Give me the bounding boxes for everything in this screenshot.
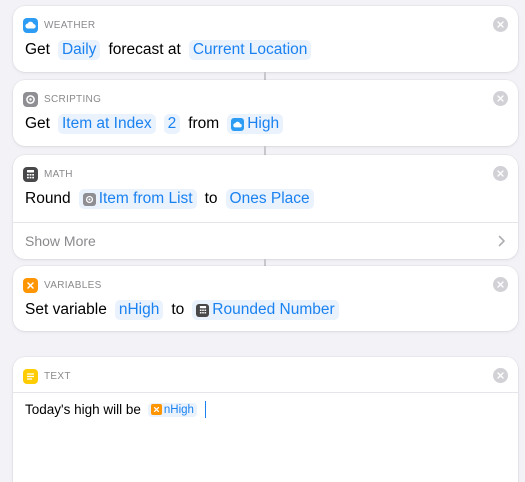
text-cursor bbox=[204, 401, 207, 418]
math-action-card[interactable]: Math Round Item from List to Ones Place … bbox=[13, 155, 518, 259]
variables-action-card[interactable]: Variables Set variable nHigh to Rounded … bbox=[13, 266, 518, 331]
close-icon bbox=[497, 95, 504, 102]
action-parameters: Set variable nHigh to Rounded Number bbox=[25, 300, 347, 320]
nhigh-variable-token[interactable]: nHigh bbox=[147, 402, 197, 417]
weather-action-card[interactable]: Weather Get Daily forecast at Current Lo… bbox=[13, 6, 518, 72]
action-word: Round bbox=[25, 190, 71, 207]
remove-action-button[interactable] bbox=[493, 368, 508, 383]
action-word: Get bbox=[25, 41, 50, 58]
index-token[interactable]: 2 bbox=[163, 114, 181, 134]
token-label: Rounded Number bbox=[212, 301, 335, 318]
action-parameters: Get Daily forecast at Current Location bbox=[25, 40, 319, 60]
action-word: Get bbox=[25, 115, 50, 132]
item-mode-token[interactable]: Item at Index bbox=[57, 114, 156, 134]
rounding-place-token[interactable]: Ones Place bbox=[225, 189, 314, 209]
card-header: Text bbox=[23, 368, 71, 384]
close-icon bbox=[497, 281, 504, 288]
rounded-number-token[interactable]: Rounded Number bbox=[192, 300, 339, 320]
app-name: Weather bbox=[44, 19, 96, 31]
action-word: from bbox=[188, 115, 220, 132]
remove-action-button[interactable] bbox=[493, 91, 508, 106]
text-action-card[interactable]: Text Today's high will be nHigh bbox=[13, 357, 518, 482]
divider bbox=[13, 392, 518, 393]
app-name: Scripting bbox=[44, 93, 102, 105]
action-connector bbox=[264, 146, 266, 155]
calculator-icon bbox=[196, 303, 210, 317]
close-icon bbox=[497, 21, 504, 28]
card-header: Variables bbox=[23, 277, 102, 293]
action-word: Set variable bbox=[25, 301, 107, 318]
text-editor[interactable]: Today's high will be nHigh bbox=[25, 401, 207, 418]
app-name: Variables bbox=[44, 279, 102, 291]
variable-x-icon bbox=[23, 277, 38, 293]
action-connector bbox=[264, 259, 266, 266]
location-token[interactable]: Current Location bbox=[188, 40, 312, 60]
close-icon bbox=[497, 372, 504, 379]
card-header: Math bbox=[23, 166, 73, 182]
action-word: to bbox=[171, 301, 185, 318]
remove-action-button[interactable] bbox=[493, 17, 508, 32]
high-variable-token[interactable]: High bbox=[227, 114, 284, 134]
cloud-icon bbox=[231, 117, 245, 131]
chevron-right-icon bbox=[498, 235, 505, 247]
action-parameters: Round Item from List to Ones Place bbox=[25, 189, 322, 209]
action-parameters: Get Item at Index 2 from High bbox=[25, 114, 291, 134]
text-lines-icon bbox=[23, 368, 38, 384]
token-label: High bbox=[247, 115, 280, 132]
app-name: Text bbox=[44, 370, 71, 382]
forecast-type-token[interactable]: Daily bbox=[57, 40, 101, 60]
card-header: Scripting bbox=[23, 91, 101, 107]
token-label: nHigh bbox=[163, 403, 194, 416]
cloud-icon bbox=[23, 17, 38, 33]
remove-action-button[interactable] bbox=[493, 277, 508, 292]
text-content: Today's high will be bbox=[25, 402, 141, 417]
variable-x-icon bbox=[150, 404, 162, 415]
action-connector bbox=[264, 72, 266, 80]
remove-action-button[interactable] bbox=[493, 166, 508, 181]
close-icon bbox=[497, 170, 504, 177]
action-word: to bbox=[204, 190, 218, 207]
show-more-button[interactable]: Show More bbox=[13, 222, 518, 259]
app-name: Math bbox=[44, 168, 73, 180]
item-from-list-token[interactable]: Item from List bbox=[78, 189, 197, 209]
scripting-action-card[interactable]: Scripting Get Item at Index 2 from High bbox=[13, 80, 518, 146]
gear-icon bbox=[82, 192, 96, 206]
action-word: forecast at bbox=[108, 41, 181, 58]
token-label: Item from List bbox=[98, 190, 193, 207]
variable-name-token[interactable]: nHigh bbox=[114, 300, 164, 320]
show-more-label: Show More bbox=[25, 233, 96, 249]
gear-icon bbox=[23, 91, 38, 107]
card-header: Weather bbox=[23, 17, 95, 33]
calculator-icon bbox=[23, 166, 38, 182]
